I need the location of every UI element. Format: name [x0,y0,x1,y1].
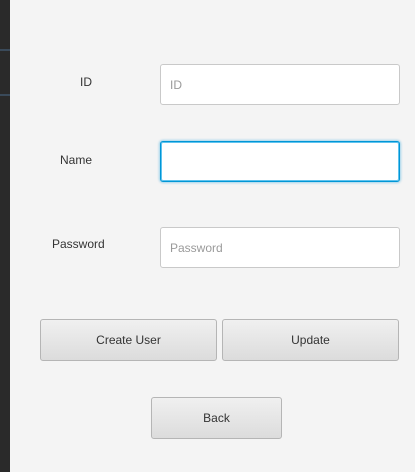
back-button[interactable]: Back [151,397,282,439]
background-window-fragment [0,85,10,107]
user-form-panel: ID Name Password Create User Update Back [10,0,415,472]
background-window-fragment [0,40,10,62]
create-user-button[interactable]: Create User [40,319,217,361]
password-label: Password [52,237,105,251]
name-input[interactable] [160,141,400,182]
password-input[interactable] [160,227,400,268]
update-button[interactable]: Update [222,319,399,361]
name-label: Name [60,153,93,167]
id-label: ID [80,75,92,89]
id-input[interactable] [160,64,400,105]
background-window-edge [0,0,10,472]
